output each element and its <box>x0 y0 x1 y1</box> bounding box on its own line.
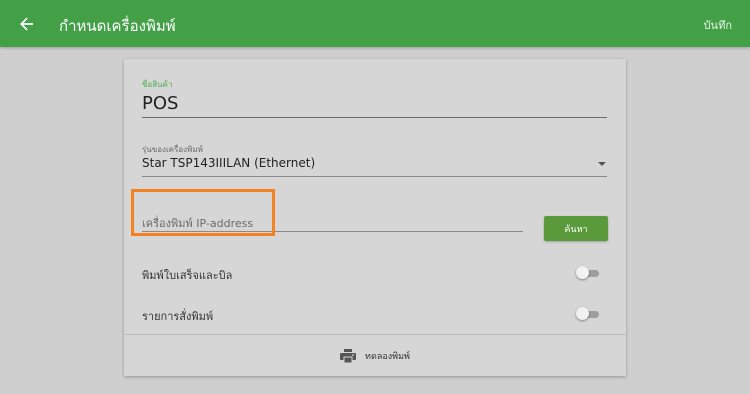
printer-model-label: รุ่นของเครื่องพิมพ์ <box>142 145 203 154</box>
save-button[interactable]: บันทึก <box>704 16 732 34</box>
receipt-toggle-switch[interactable] <box>576 266 599 279</box>
top-app-bar: กำหนดเครื่องพิมพ์ บันทึก <box>0 0 750 47</box>
toggle-row-order-print: รายการสั่งพิมพ์ <box>124 299 626 329</box>
printer-model-select[interactable]: รุ่นของเครื่องพิมพ์ Star TSP143IIILAN (E… <box>142 59 607 179</box>
test-print-label: ทดลองพิมพ์ <box>365 351 410 362</box>
receipt-toggle-label: พิมพ์ใบเสร็จและบิล <box>142 269 233 282</box>
dropdown-arrow-icon[interactable] <box>598 162 606 166</box>
arrow-left-icon <box>20 17 34 31</box>
toggle-row-receipt: พิมพ์ใบเสร็จและบิล <box>124 258 626 288</box>
highlight-box <box>131 189 275 236</box>
printer-model-underline <box>142 176 607 177</box>
toggle-knob <box>576 266 589 279</box>
toggle-knob <box>576 307 589 320</box>
printer-model-value[interactable]: Star TSP143IIILAN (Ethernet) <box>142 156 315 170</box>
search-button[interactable]: ค้นหา <box>544 216 608 241</box>
printer-icon <box>340 348 357 363</box>
printer-settings-card: ชื่อสินค้า POS รุ่นของเครื่องพิมพ์ Star … <box>124 59 626 376</box>
order-print-toggle-label: รายการสั่งพิมพ์ <box>142 310 214 323</box>
order-print-toggle-switch[interactable] <box>576 307 599 320</box>
page-title: กำหนดเครื่องพิมพ์ <box>59 17 176 35</box>
test-print-button[interactable]: ทดลองพิมพ์ <box>124 335 626 376</box>
back-button[interactable] <box>14 11 40 37</box>
